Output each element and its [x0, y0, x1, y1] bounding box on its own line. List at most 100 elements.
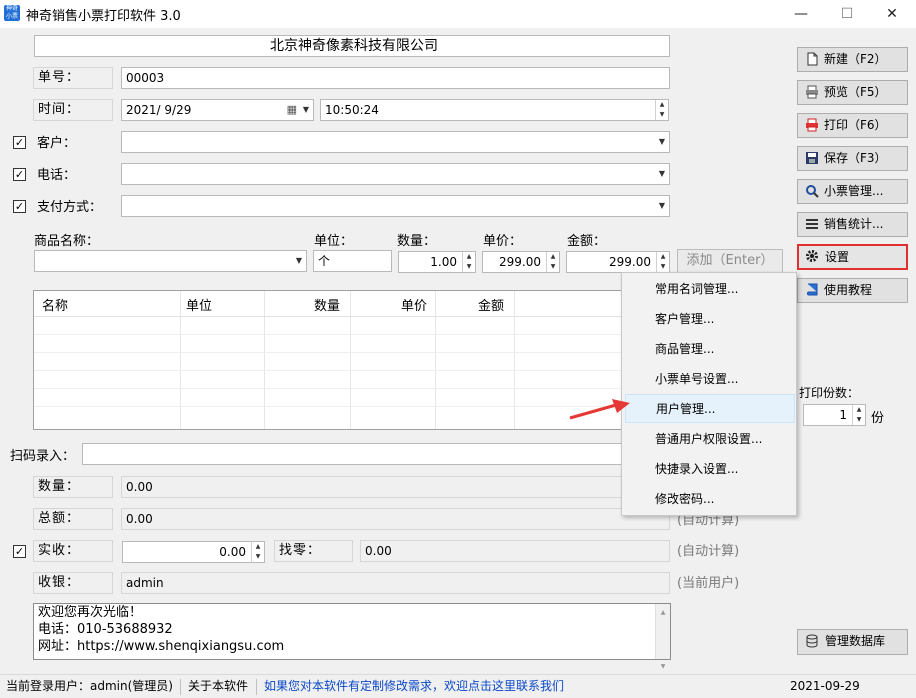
database-icon — [806, 634, 818, 648]
received-input[interactable]: 0.00 ▲ ▼ — [122, 541, 265, 563]
preview-button-label: 预览（F5） — [824, 85, 887, 99]
customer-label: 客户： — [37, 136, 77, 151]
qty-input[interactable]: 1.00 ▲ ▼ — [398, 251, 476, 273]
minimize-icon[interactable]: — — [778, 0, 824, 28]
scan-input[interactable] — [82, 443, 670, 465]
about-link[interactable]: 关于本软件 — [188, 675, 248, 697]
current-user-status: 当前登录用户：admin(管理员) — [6, 679, 173, 693]
settings-menu[interactable]: 常用名词管理... 客户管理... 商品管理... 小票单号设置... 用户管理… — [621, 272, 797, 516]
chevron-down-icon[interactable]: ▼ — [303, 100, 309, 120]
status-bar: 当前登录用户：admin(管理员) 关于本软件 如果您对本软件有定制修改需求，欢… — [0, 674, 916, 698]
maximize-icon[interactable]: ☐ — [824, 0, 870, 28]
spinner-icon[interactable]: ▲ ▼ — [546, 252, 559, 272]
database-management-button[interactable]: 管理数据库 — [797, 629, 908, 655]
new-button[interactable]: 新建（F2） — [797, 47, 908, 72]
auto-calc-hint: (自动计算) — [677, 544, 740, 559]
list-icon — [806, 219, 818, 229]
column-header-price[interactable]: 单价 — [401, 295, 427, 314]
column-divider — [350, 291, 351, 429]
amount-label: 金额： — [567, 234, 607, 249]
window-title: 神奇销售小票打印软件 3.0 — [26, 9, 181, 24]
add-item-button[interactable]: 添加（Enter） — [677, 249, 783, 273]
spinner-icon[interactable]: ▲ ▼ — [656, 252, 669, 272]
price-input[interactable]: 299.00 ▲ ▼ — [482, 251, 560, 273]
new-button-label: 新建（F2） — [824, 52, 887, 66]
note-line: 欢迎您再次光临！ — [38, 605, 143, 620]
close-icon[interactable]: ✕ — [869, 0, 915, 28]
menu-item-customer-management[interactable]: 客户管理... — [625, 305, 795, 333]
order-no-label: 单号： — [33, 67, 113, 89]
total-amount-label: 总额： — [33, 508, 113, 530]
chevron-down-icon: ▼ — [658, 169, 665, 178]
printer-icon — [806, 118, 818, 132]
phone-label: 电话： — [37, 168, 77, 183]
settings-button-label: 设置 — [825, 250, 850, 264]
payment-select[interactable]: ▼ — [121, 195, 670, 217]
qty-value: 1.00 — [430, 255, 457, 269]
column-header-name[interactable]: 名称 — [42, 295, 68, 314]
sales-stats-button[interactable]: 销售统计... — [797, 212, 908, 237]
menu-item-user-permissions[interactable]: 普通用户权限设置... — [625, 425, 795, 453]
spinner-icon[interactable]: ▲ ▼ — [852, 405, 865, 425]
spinner-icon[interactable]: ▲ ▼ — [655, 100, 668, 120]
column-header-unit[interactable]: 单位 — [186, 295, 212, 314]
received-value: 0.00 — [219, 545, 246, 559]
note-line: 电话：010-53688932 — [38, 622, 173, 637]
print-button[interactable]: 打印（F6） — [797, 113, 908, 138]
preview-button[interactable]: 预览（F5） — [797, 80, 908, 105]
save-button[interactable]: 保存（F3） — [797, 146, 908, 171]
row-line — [34, 388, 669, 389]
row-line — [34, 352, 669, 353]
app-logo-icon: 神奇小票 — [4, 5, 20, 21]
scan-label: 扫码录入： — [10, 449, 76, 464]
sales-stats-label: 销售统计... — [824, 217, 884, 231]
product-name-label: 商品名称： — [34, 234, 100, 249]
menu-item-quick-entry-settings[interactable]: 快捷录入设置... — [625, 455, 795, 483]
unit-input[interactable]: 个 — [313, 250, 392, 272]
spinner-icon[interactable]: ▲ ▼ — [251, 542, 264, 562]
menu-item-change-password[interactable]: 修改密码... — [625, 485, 795, 513]
scrollbar[interactable]: ▲ ▼ — [655, 604, 670, 670]
company-name-input[interactable]: 北京神奇像素科技有限公司 — [34, 35, 670, 57]
column-header-amount[interactable]: 金额 — [478, 295, 504, 314]
amount-value: 299.00 — [609, 255, 651, 269]
price-value: 299.00 — [499, 255, 541, 269]
title-bar: 神奇小票 神奇销售小票打印软件 3.0 — ☐ ✕ — [0, 0, 916, 28]
payment-checkbox[interactable]: ✓ — [13, 200, 26, 213]
customer-checkbox[interactable]: ✓ — [13, 136, 26, 149]
contact-link[interactable]: 如果您对本软件有定制修改需求，欢迎点击这里联系我们 — [264, 675, 564, 697]
customer-select[interactable]: ▼ — [121, 131, 670, 153]
calendar-icon[interactable]: ▦ — [287, 100, 297, 120]
ticket-management-button[interactable]: 小票管理... — [797, 179, 908, 204]
column-divider — [435, 291, 436, 429]
footer-note-textarea[interactable]: 欢迎您再次光临！ 电话：010-53688932 网址：https://www.… — [33, 603, 671, 670]
time-input[interactable]: 10:50:24 ▲ ▼ — [320, 99, 669, 121]
received-checkbox[interactable]: ✓ — [13, 545, 26, 558]
change-label: 找零： — [274, 540, 353, 562]
column-divider — [180, 291, 181, 429]
save-icon — [806, 152, 818, 164]
spinner-icon[interactable]: ▲ ▼ — [462, 252, 475, 272]
order-no-input[interactable]: 00003 — [121, 67, 670, 89]
received-label: 实收： — [33, 540, 113, 562]
product-name-select[interactable]: ▼ — [34, 250, 307, 272]
amount-input[interactable]: 299.00 ▲ ▼ — [566, 251, 670, 273]
search-icon — [806, 185, 819, 198]
phone-checkbox[interactable]: ✓ — [13, 168, 26, 181]
row-line — [34, 334, 669, 335]
column-header-qty[interactable]: 数量 — [314, 295, 340, 314]
settings-button[interactable]: 设置 — [797, 244, 908, 270]
menu-item-ticket-number-settings[interactable]: 小票单号设置... — [625, 365, 795, 393]
menu-item-product-management[interactable]: 商品管理... — [625, 335, 795, 363]
phone-select[interactable]: ▼ — [121, 163, 670, 185]
menu-item-common-terms[interactable]: 常用名词管理... — [625, 275, 795, 303]
menu-item-user-management[interactable]: 用户管理... — [625, 394, 795, 423]
header-divider — [34, 316, 669, 317]
row-line — [34, 370, 669, 371]
tutorial-button[interactable]: 使用教程 — [797, 278, 908, 303]
current-user-hint: (当前用户) — [677, 576, 740, 591]
chevron-down-icon: ▼ — [658, 137, 665, 146]
copies-input[interactable]: 1 ▲ ▼ — [803, 404, 866, 426]
date-picker[interactable]: 2021/ 9/29 ▦ ▼ — [121, 99, 314, 121]
preview-icon — [806, 85, 818, 99]
